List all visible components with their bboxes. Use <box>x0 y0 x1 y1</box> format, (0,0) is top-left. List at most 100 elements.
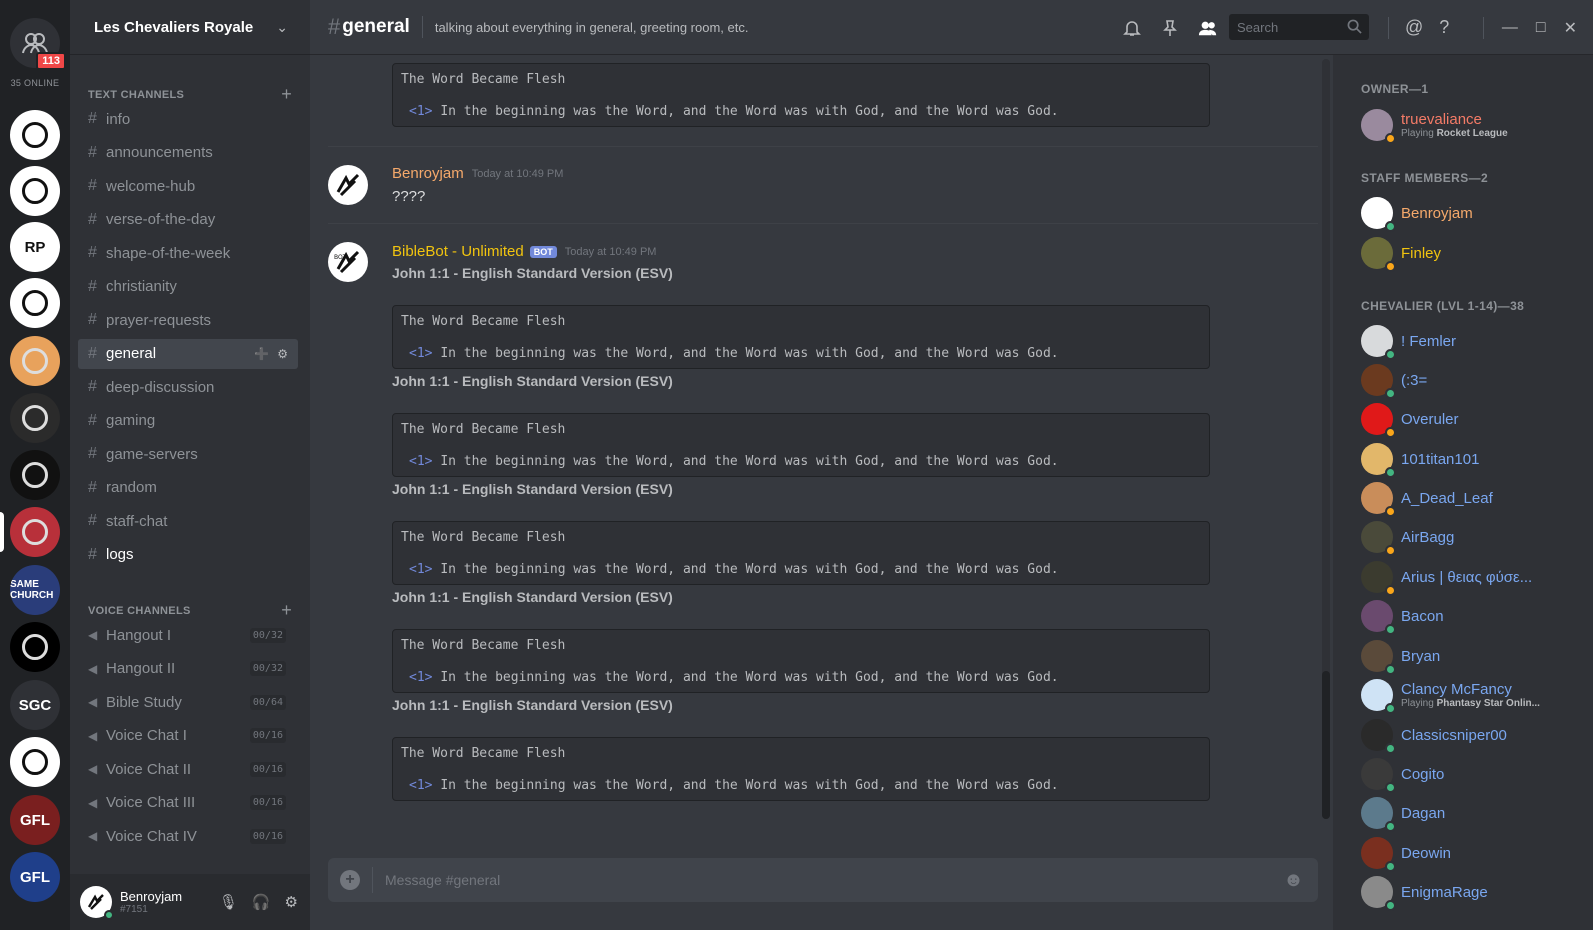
avatar[interactable] <box>1361 325 1396 360</box>
chevron-down-icon[interactable]: ⌄ <box>276 19 288 36</box>
avatar[interactable] <box>1361 876 1396 911</box>
voice-channel-item[interactable]: ◀ Voice Chat I 00/16 <box>78 721 298 751</box>
upload-file-icon[interactable]: + <box>340 870 360 890</box>
avatar[interactable] <box>1361 521 1396 556</box>
avatar[interactable] <box>328 165 368 205</box>
member-list-icon[interactable] <box>1198 18 1218 38</box>
help-icon[interactable]: ? <box>1439 17 1449 38</box>
avatar[interactable] <box>1361 837 1396 872</box>
member-item[interactable]: 101titan101 <box>1361 441 1571 478</box>
emoji-picker-icon[interactable]: ☻ <box>1283 869 1304 892</box>
server-icon[interactable] <box>10 278 60 328</box>
member-item[interactable]: Bacon <box>1361 598 1571 635</box>
voice-channel-item[interactable]: ◀ Voice Chat II 00/16 <box>78 754 298 784</box>
channel-topic[interactable]: talking about everything in general, gre… <box>435 20 749 35</box>
avatar[interactable] <box>1361 109 1396 144</box>
server-icon[interactable] <box>10 110 60 160</box>
channel-item-info[interactable]: # info <box>78 104 298 134</box>
voice-channels-category[interactable]: VOICE CHANNELS + <box>88 600 292 621</box>
avatar[interactable] <box>1361 403 1396 438</box>
server-icon[interactable]: GFL <box>10 795 60 845</box>
message-author[interactable]: Benroyjam <box>392 165 464 182</box>
member-item[interactable]: AirBagg <box>1361 519 1571 556</box>
server-icon[interactable]: RP <box>10 222 60 272</box>
text-channels-category[interactable]: TEXT CHANNELS + <box>88 84 292 105</box>
channel-item-general[interactable]: # general ➕ ⚙ <box>78 338 298 369</box>
channel-item-verse-of-the-day[interactable]: # verse-of-the-day <box>78 205 298 235</box>
server-icon[interactable] <box>10 507 60 557</box>
member-item[interactable]: Overuler <box>1361 401 1571 438</box>
server-icon[interactable]: SAME CHURCH <box>10 565 60 615</box>
headphones-icon[interactable]: 🎧 <box>252 893 271 911</box>
voice-channel-item[interactable]: ◀ Hangout II 00/32 <box>78 654 298 684</box>
server-icon[interactable]: SGC <box>10 680 60 730</box>
server-icon[interactable] <box>10 622 60 672</box>
member-item[interactable]: Dagan <box>1361 795 1571 832</box>
friends-home-button[interactable]: 113 <box>10 18 66 70</box>
notification-bell-icon[interactable] <box>1122 18 1142 38</box>
voice-channel-item[interactable]: ◀ Bible Study 00/64 <box>78 687 298 717</box>
channel-item-christianity[interactable]: # christianity <box>78 272 298 302</box>
voice-channel-item[interactable]: ◀ Voice Chat IV 00/16 <box>78 821 298 851</box>
channel-item-staff-chat[interactable]: # staff-chat <box>78 506 298 536</box>
voice-channel-item[interactable]: ◀ Hangout I 00/32 <box>78 620 298 650</box>
add-channel-icon[interactable]: + <box>281 600 292 621</box>
avatar[interactable] <box>1361 679 1396 714</box>
member-item[interactable]: Benroyjam <box>1361 195 1571 232</box>
pinned-messages-icon[interactable] <box>1160 18 1180 38</box>
member-item[interactable]: Clancy McFancy Playing Phantasy Star Onli… <box>1361 677 1571 714</box>
channel-item-shape-of-the-week[interactable]: # shape-of-the-week <box>78 238 298 268</box>
message-input[interactable]: Message #general <box>385 872 500 888</box>
channel-item-deep-discussion[interactable]: # deep-discussion <box>78 372 298 402</box>
server-icon[interactable] <box>10 336 60 386</box>
channel-item-random[interactable]: # random <box>78 473 298 503</box>
scrollbar-thumb[interactable] <box>1322 671 1330 819</box>
scrollbar[interactable] <box>1322 59 1330 819</box>
member-item[interactable]: (:3= <box>1361 362 1571 399</box>
avatar[interactable] <box>1361 443 1396 478</box>
channel-item-announcements[interactable]: # announcements <box>78 138 298 168</box>
server-header[interactable]: Les Chevaliers Royale ⌄ <box>70 0 310 55</box>
server-icon[interactable] <box>10 737 60 787</box>
message-author[interactable]: BibleBot - Unlimited <box>392 243 524 260</box>
channel-item-gaming[interactable]: # gaming <box>78 406 298 436</box>
avatar[interactable] <box>1361 797 1396 832</box>
user-settings-gear-icon[interactable]: ⚙ <box>285 893 298 911</box>
server-icon[interactable] <box>10 166 60 216</box>
member-item[interactable]: truevaliance Playing Rocket League <box>1361 107 1571 144</box>
member-item[interactable]: Bryan <box>1361 638 1571 675</box>
member-item[interactable]: Finley <box>1361 235 1571 272</box>
avatar[interactable] <box>1361 600 1396 635</box>
member-item[interactable]: A_Dead_Leaf <box>1361 480 1571 517</box>
avatar[interactable] <box>80 886 114 920</box>
channel-item-prayer-requests[interactable]: # prayer-requests <box>78 305 298 335</box>
avatar[interactable] <box>1361 364 1396 399</box>
channel-item-logs[interactable]: # logs <box>78 540 298 570</box>
voice-channel-item[interactable]: ◀ Voice Chat III 00/16 <box>78 788 298 818</box>
member-item[interactable]: Cogito <box>1361 756 1571 793</box>
maximize-window-icon[interactable]: □ <box>1536 19 1546 37</box>
mute-microphone-icon[interactable]: 🎙 <box>219 893 238 911</box>
member-item[interactable]: Arius | θειας φύσε... <box>1361 559 1571 596</box>
avatar[interactable] <box>1361 482 1396 517</box>
close-window-icon[interactable]: ✕ <box>1564 18 1577 38</box>
member-item[interactable]: EnigmaRage <box>1361 874 1571 911</box>
server-icon[interactable]: GFL <box>10 852 60 902</box>
invite-user-icon[interactable]: ➕ <box>254 347 269 361</box>
search-input[interactable]: Search <box>1229 14 1369 40</box>
avatar[interactable] <box>1361 719 1396 754</box>
minimize-window-icon[interactable]: — <box>1502 19 1518 37</box>
avatar[interactable] <box>1361 197 1396 232</box>
avatar[interactable]: BOT <box>328 242 368 282</box>
avatar[interactable] <box>1361 561 1396 596</box>
avatar[interactable] <box>1361 237 1396 272</box>
member-item[interactable]: Classicsniper00 <box>1361 717 1571 754</box>
server-icon[interactable] <box>10 393 60 443</box>
channel-item-welcome-hub[interactable]: # welcome-hub <box>78 171 298 201</box>
channel-settings-gear-icon[interactable]: ⚙ <box>277 347 288 361</box>
channel-item-game-servers[interactable]: # game-servers <box>78 439 298 469</box>
server-icon[interactable] <box>10 450 60 500</box>
avatar[interactable] <box>1361 640 1396 675</box>
member-item[interactable]: ! Femler <box>1361 323 1571 360</box>
add-channel-icon[interactable]: + <box>281 84 292 105</box>
